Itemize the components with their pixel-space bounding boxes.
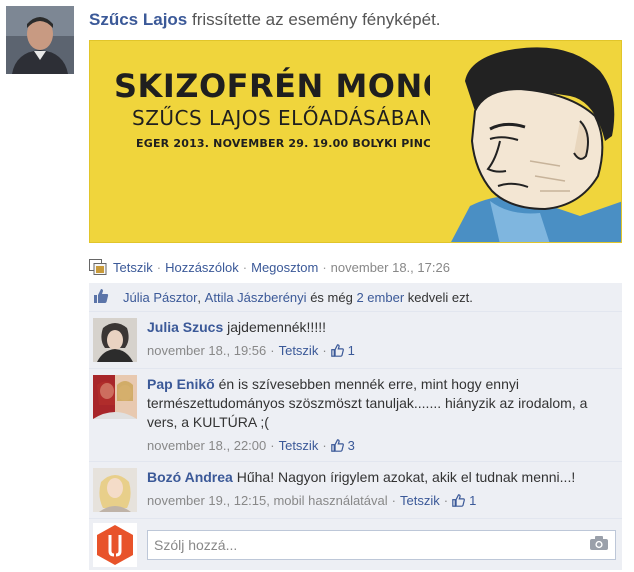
portrait-illustration [430, 41, 621, 242]
thumbs-up-icon [330, 344, 344, 357]
separator-dot: · [270, 343, 275, 358]
separator-dot: · [322, 343, 327, 358]
event-photo[interactable]: SKIZOFRÉN MONOLÓG SZŰCS LAJOS ELŐADÁSÁBA… [89, 40, 622, 243]
viewer-avatar [93, 522, 137, 567]
author-name-link[interactable]: Szűcs Lajos [89, 10, 187, 29]
comment-item: Pap Enikő én is szívesebben mennék erre,… [89, 368, 622, 461]
like-link[interactable]: Tetszik [113, 260, 153, 275]
comment-like-link[interactable]: Tetszik [400, 491, 440, 510]
comment-meta: november 19., 12:15, mobil használatával… [147, 491, 575, 510]
like-count-value: 1 [347, 343, 355, 358]
comment-meta: november 18., 19:56 · Tetszik · 1 [147, 341, 355, 360]
separator-dot: · [156, 259, 162, 275]
commenter-avatar[interactable] [93, 318, 137, 362]
like-count-value: 3 [347, 438, 355, 453]
separator-dot: · [443, 493, 449, 508]
like-count-value: 1 [469, 493, 477, 508]
likes-and-text: és még [310, 289, 353, 305]
commenter-avatar[interactable] [93, 468, 137, 512]
story-header: Szűcs Lajos frissítette az esemény fényk… [89, 10, 441, 30]
author-avatar-image [6, 6, 74, 74]
event-subtitle: SZŰCS LAJOS ELŐADÁSÁBAN [132, 106, 435, 130]
event-details: EGER 2013. NOVEMBER 29. 19.00 BOLYKI PIN… [136, 137, 471, 150]
commenter-avatar[interactable] [93, 375, 137, 419]
likes-others-link[interactable]: 2 ember [356, 290, 404, 305]
comment-input[interactable]: Szólj hozzá... [147, 529, 616, 560]
comment-like-count[interactable]: 1 [330, 341, 355, 360]
thumbs-up-icon [330, 439, 344, 452]
author-avatar[interactable] [6, 6, 74, 74]
comment-item: Julia Szucs jajdemennék!!!!! november 18… [89, 311, 622, 368]
feedback-box: Júlia Pásztor, Attila Jászberényi és még… [89, 283, 622, 570]
comment-timestamp[interactable]: november 18., 22:00 [147, 436, 266, 455]
likes-comma: , [197, 289, 202, 305]
comment-item: Bozó Andrea Hűha! Nagyon írigylem azokat… [89, 461, 622, 518]
comment-text: jajdemennék!!!!! [227, 319, 326, 335]
thumbs-up-icon [452, 494, 465, 507]
share-link[interactable]: Megosztom [251, 260, 318, 275]
liker-link-1[interactable]: Júlia Pásztor [123, 290, 197, 305]
story-action-bar: Tetszik · Hozzászólok · Megosztom · nove… [89, 258, 450, 276]
comment-input-placeholder: Szólj hozzá... [154, 536, 238, 553]
comment-link[interactable]: Hozzászólok [165, 260, 239, 275]
likes-suffix: kedveli ezt. [407, 289, 473, 305]
commenter-name-link[interactable]: Pap Enikő [147, 376, 215, 392]
comment-text: Hűha! Nagyon írigylem azokat, akik el tu… [236, 469, 576, 485]
comment-composer: Szólj hozzá... [89, 518, 622, 570]
comment-meta: november 18., 22:00 · Tetszik · 3 [147, 436, 616, 455]
separator-dot: · [322, 259, 327, 275]
likes-summary: Júlia Pásztor, Attila Jászberényi és még… [89, 283, 622, 311]
shared-event-icon [89, 259, 107, 275]
story-action-text: frissítette az esemény fényképét. [192, 10, 441, 29]
commenter-name-link[interactable]: Julia Szucs [147, 319, 223, 335]
comment-like-count[interactable]: 1 [452, 491, 476, 510]
camera-icon[interactable] [589, 535, 609, 554]
comment-timestamp[interactable]: november 19., 12:15, mobil használatával [147, 491, 388, 510]
comment-like-link[interactable]: Tetszik [279, 341, 319, 360]
thumbs-up-icon [93, 288, 109, 307]
separator-dot: · [391, 493, 396, 508]
comment-like-link[interactable]: Tetszik [279, 436, 319, 455]
comment-timestamp[interactable]: november 18., 19:56 [147, 341, 266, 360]
separator-dot: · [322, 438, 327, 453]
commenter-name-link[interactable]: Bozó Andrea [147, 469, 233, 485]
comment-like-count[interactable]: 3 [330, 436, 355, 455]
story-timestamp[interactable]: november 18., 17:26 [331, 260, 450, 275]
separator-dot: · [242, 259, 248, 275]
separator-dot: · [270, 438, 275, 453]
liker-link-2[interactable]: Attila Jászberényi [205, 290, 307, 305]
